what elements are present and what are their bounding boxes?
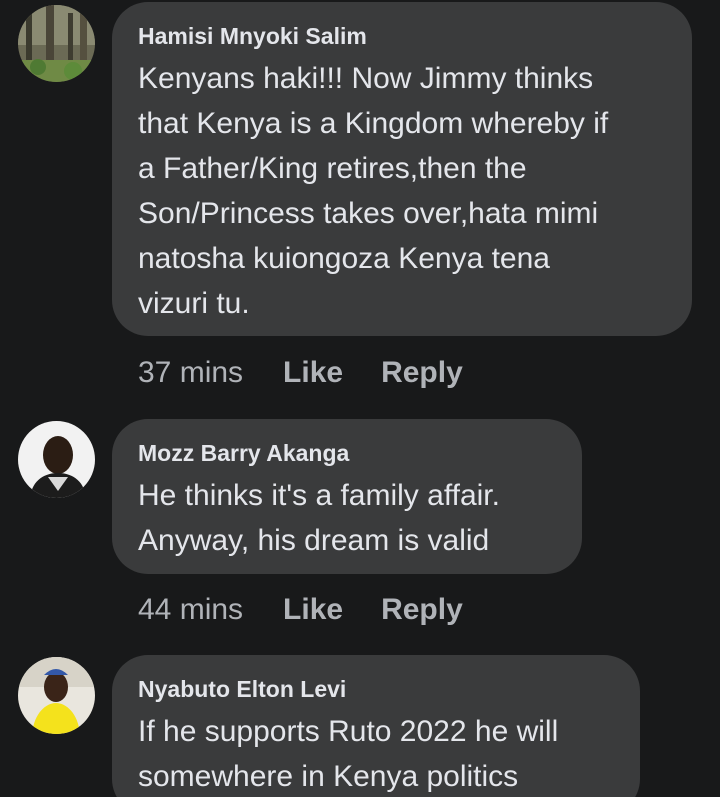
like-button[interactable]: Like [283, 356, 343, 390]
comment-bubble: Hamisi Mnyoki Salim Kenyans haki!!! Now … [112, 2, 692, 336]
avatar-person-photo [18, 657, 95, 734]
comment-text-line: somewhere in Kenya politics [138, 760, 519, 793]
avatar[interactable] [18, 5, 95, 82]
comment-timestamp[interactable]: 37 mins [138, 356, 243, 390]
comment-bubble: Nyabuto Elton Levi If he supports Ruto 2… [112, 655, 640, 797]
avatar[interactable] [18, 657, 95, 734]
comment-text: He thinks it's a family affair. Anyway, … [138, 473, 556, 563]
comment-text: If he supports Ruto 2022 he will somewhe… [138, 709, 614, 797]
comment-text-line: Anyway, his dream is valid [138, 524, 490, 557]
comment-text-line: a Father/King retires,then the [138, 152, 527, 185]
comment-actions: 37 mins Like Reply [138, 353, 501, 393]
comment-author[interactable]: Nyabuto Elton Levi [138, 675, 614, 703]
reply-button[interactable]: Reply [381, 593, 463, 627]
like-button[interactable]: Like [283, 593, 343, 627]
avatar-person-photo [18, 421, 95, 498]
comment-timestamp[interactable]: 44 mins [138, 593, 243, 627]
comment-text-line: If he supports Ruto 2022 he will [138, 715, 559, 748]
comment-bubble: Mozz Barry Akanga He thinks it's a famil… [112, 419, 582, 574]
comment-author[interactable]: Mozz Barry Akanga [138, 439, 556, 467]
comment-text-line: vizuri tu. [138, 287, 250, 320]
comment-text-line: Kenyans haki!!! Now Jimmy thinks [138, 62, 594, 95]
reply-button[interactable]: Reply [381, 356, 463, 390]
comments-screen: Hamisi Mnyoki Salim Kenyans haki!!! Now … [0, 0, 720, 797]
avatar[interactable] [18, 421, 95, 498]
comment-text-line: natosha kuiongoza Kenya tena [138, 242, 550, 275]
comment-author[interactable]: Hamisi Mnyoki Salim [138, 22, 666, 50]
comment-text: Kenyans haki!!! Now Jimmy thinks that Ke… [138, 56, 666, 326]
comment-text-line: He thinks it's a family affair. [138, 479, 500, 512]
avatar-forest-photo [18, 5, 95, 82]
comment-text-line: that Kenya is a Kingdom whereby if [138, 107, 609, 140]
comment-text-line: Son/Princess takes over,hata mimi [138, 197, 599, 230]
comment-actions: 44 mins Like Reply [138, 590, 501, 630]
